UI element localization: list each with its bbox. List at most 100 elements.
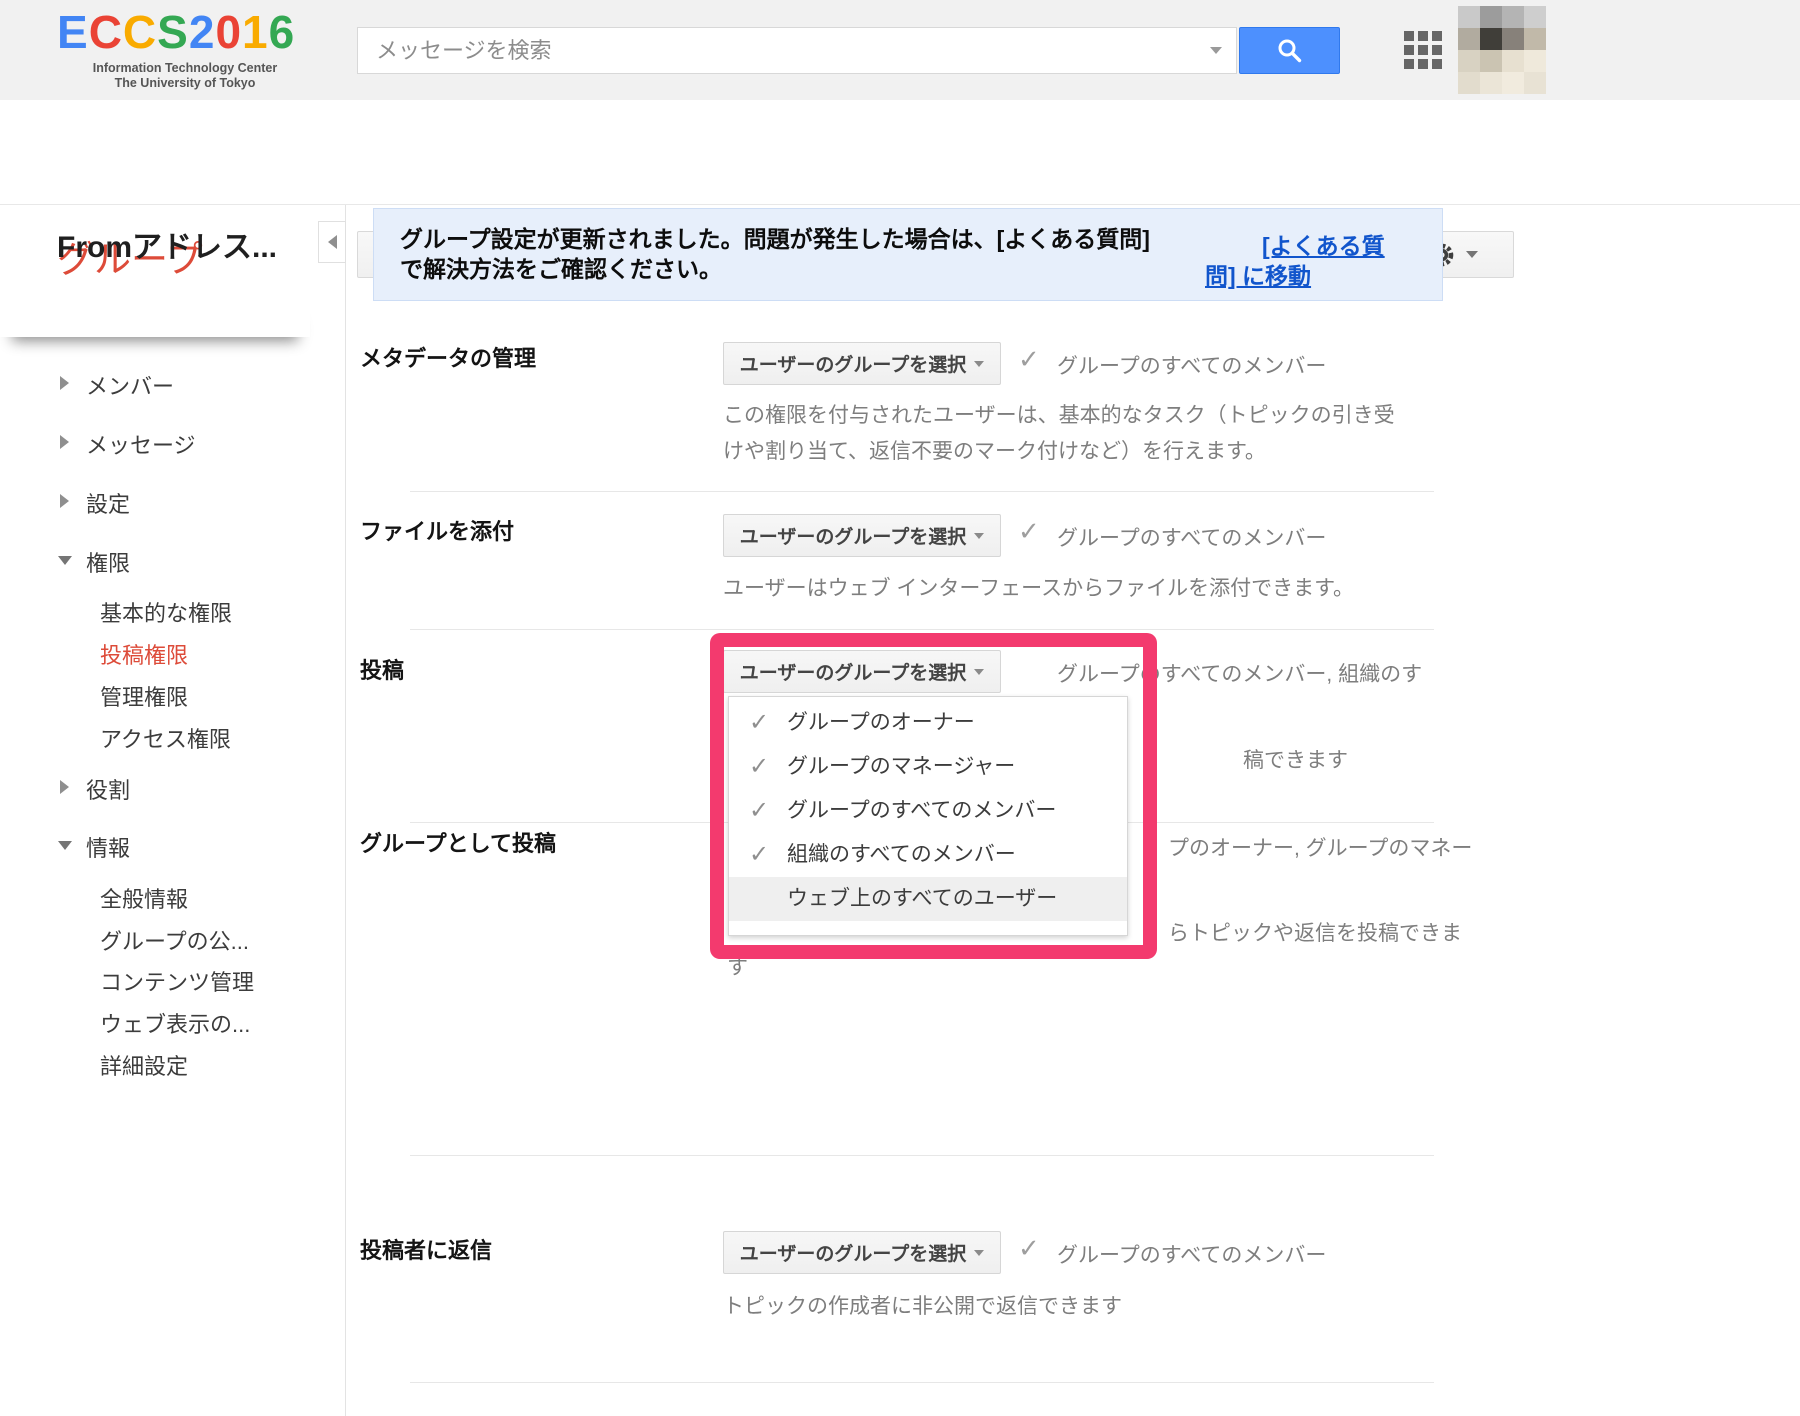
- check-icon: ✓: [749, 833, 769, 877]
- attach-description: ユーザーはウェブ インターフェースからファイルを添付できます。: [723, 571, 1354, 607]
- expand-icon[interactable]: [60, 376, 69, 390]
- logo-letter: C: [89, 6, 123, 58]
- sidebar-item-advanced[interactable]: 詳細設定: [100, 1049, 188, 1081]
- sidebar-item-web-view[interactable]: ウェブ表示の...: [100, 1007, 250, 1039]
- logo-letter: 2: [189, 6, 216, 58]
- row-label-post: 投稿: [360, 653, 404, 685]
- group-name-title: Fromアドレス...: [57, 222, 277, 266]
- expand-icon[interactable]: [60, 435, 69, 449]
- caret-down-icon: [1466, 251, 1478, 258]
- sidebar-divider: [345, 205, 346, 1416]
- sidebar-item-access-permissions[interactable]: アクセス権限: [100, 722, 231, 754]
- row-divider: [410, 1155, 1434, 1156]
- sidebar-item-members[interactable]: メンバー: [86, 369, 174, 401]
- metadata-description-line1: この権限を付与されたユーザーは、基本的なタスク（トピックの引き受: [723, 398, 1395, 434]
- logo-letter: 6: [269, 6, 296, 58]
- attach-value: グループのすべてのメンバー: [1057, 522, 1326, 552]
- metadata-group-select-button[interactable]: ユーザーのグループを選択: [723, 342, 1001, 385]
- collapse-icon[interactable]: [58, 556, 72, 565]
- row-label-post-as-group: グループとして投稿: [360, 826, 556, 858]
- caret-down-icon: [974, 669, 984, 675]
- search-button[interactable]: [1239, 27, 1340, 74]
- sidebar-item-permissions[interactable]: 権限: [86, 546, 130, 578]
- sidebar-item-general-info[interactable]: 全般情報: [100, 882, 188, 914]
- menu-item-label: グループのオーナー: [787, 711, 975, 734]
- menu-item-all-web-users[interactable]: ウェブ上のすべてのユーザー: [729, 877, 1127, 921]
- banner-message-line1: グループ設定が更新されました。問題が発生した場合は、[よくある質問]: [400, 224, 1150, 254]
- post-group-select-button[interactable]: ユーザーのグループを選択: [723, 650, 1001, 693]
- sidebar-item-settings[interactable]: 設定: [86, 487, 130, 519]
- logo-subtitle-line2: The University of Tokyo: [57, 76, 313, 91]
- logo-letter: S: [157, 6, 189, 58]
- post-as-group-description-fragment: らトピックや返信を投稿できま: [1168, 917, 1462, 947]
- sidebar-collapse-button[interactable]: [318, 221, 346, 263]
- caret-left-icon: [328, 235, 337, 249]
- faq-link[interactable]: [よくある質: [1262, 227, 1385, 261]
- faq-link[interactable]: 問] に移動: [1205, 257, 1311, 291]
- sidebar-item-roles[interactable]: 役割: [86, 773, 130, 805]
- post-as-group-value-fragment: プのオーナー, グループのマネー: [1168, 832, 1472, 862]
- check-icon: ✓: [1018, 516, 1040, 547]
- check-icon: ✓: [749, 745, 769, 789]
- avatar-pixelated-image: [1458, 6, 1546, 94]
- select-button-label: ユーザーのグループを選択: [740, 522, 966, 549]
- apps-grid-icon[interactable]: [1404, 31, 1442, 69]
- logo-letter: 0: [215, 6, 242, 58]
- search-scope-caret-icon[interactable]: [1210, 47, 1222, 54]
- post-as-group-description-wrap: す: [727, 951, 748, 981]
- sidebar-item-posting-permissions[interactable]: 投稿権限: [100, 638, 188, 670]
- select-button-label: ユーザーのグループを選択: [740, 658, 966, 685]
- check-icon: ✓: [1018, 344, 1040, 375]
- reply-description: トピックの作成者に非公開で返信できます: [723, 1289, 1122, 1325]
- logo-letter: 1: [242, 6, 269, 58]
- metadata-description-line2: けや割り当て、返信不要のマーク付けなど）を行えます。: [723, 434, 1395, 470]
- row-divider: [410, 1382, 1434, 1383]
- sidebar-item-messages[interactable]: メッセージ: [86, 428, 196, 460]
- collapse-icon[interactable]: [58, 841, 72, 850]
- expand-icon[interactable]: [60, 780, 69, 794]
- search-icon: [1276, 37, 1303, 64]
- row-divider: [410, 491, 1434, 492]
- caret-down-icon: [974, 361, 984, 367]
- reply-group-select-button[interactable]: ユーザーのグループを選択: [723, 1231, 1001, 1274]
- row-divider: [410, 629, 1434, 630]
- post-permission-dropdown-menu: ✓ グループのオーナー ✓ グループのマネージャー ✓ グループのすべてのメンバ…: [728, 696, 1128, 936]
- sidebar-item-group-visibility[interactable]: グループの公...: [100, 924, 249, 956]
- metadata-value: グループのすべてのメンバー: [1057, 350, 1326, 380]
- metadata-description: この権限を付与されたユーザーは、基本的なタスク（トピックの引き受 けや割り当て、…: [723, 398, 1395, 470]
- top-bar: ECCS2016 Information Technology Center T…: [0, 0, 1800, 100]
- check-icon: ✓: [749, 789, 769, 833]
- reply-value: グループのすべてのメンバー: [1057, 1239, 1326, 1269]
- row-label-metadata: メタデータの管理: [360, 341, 536, 373]
- attach-group-select-button[interactable]: ユーザーのグループを選択: [723, 514, 1001, 557]
- eccs2016-logo[interactable]: ECCS2016: [57, 6, 295, 58]
- sidebar-item-basic-permissions[interactable]: 基本的な権限: [100, 596, 232, 628]
- row-label-reply: 投稿者に返信: [360, 1233, 492, 1265]
- check-icon: ✓: [1018, 1233, 1040, 1264]
- logo-letter: C: [123, 6, 157, 58]
- menu-item-all-org-members[interactable]: ✓ 組織のすべてのメンバー: [729, 833, 1127, 877]
- select-button-label: ユーザーのグループを選択: [740, 1239, 966, 1266]
- menu-item-all-group-members[interactable]: ✓ グループのすべてのメンバー: [729, 789, 1127, 833]
- sidebar-title-shadow: [0, 292, 310, 337]
- menu-item-label: グループのマネージャー: [787, 755, 1015, 778]
- menu-item-label: 組織のすべてのメンバー: [787, 843, 1016, 866]
- banner-message-line2: で解決方法をご確認ください。: [400, 254, 1150, 284]
- toolbar: グループ 保存: [0, 100, 1800, 205]
- post-value: グループのすべてのメンバー, 組織のす: [1057, 658, 1422, 688]
- menu-item-label: グループのすべてのメンバー: [787, 799, 1056, 822]
- expand-icon[interactable]: [60, 494, 69, 508]
- search-input[interactable]: [357, 27, 1237, 74]
- caret-down-icon: [974, 1250, 984, 1256]
- row-label-attach: ファイルを添付: [360, 514, 514, 546]
- menu-item-label: ウェブ上のすべてのユーザー: [787, 887, 1057, 910]
- sidebar-item-moderation-permissions[interactable]: 管理権限: [100, 680, 188, 712]
- banner-message: グループ設定が更新されました。問題が発生した場合は、[よくある質問] で解決方法…: [400, 224, 1150, 284]
- sidebar-item-content-control[interactable]: コンテンツ管理: [100, 965, 254, 997]
- avatar[interactable]: [1458, 6, 1546, 94]
- select-button-label: ユーザーのグループを選択: [740, 350, 966, 377]
- logo-subtitle: Information Technology Center The Univer…: [57, 61, 313, 91]
- menu-item-group-owners[interactable]: ✓ グループのオーナー: [729, 701, 1127, 745]
- menu-item-group-managers[interactable]: ✓ グループのマネージャー: [729, 745, 1127, 789]
- sidebar-item-information[interactable]: 情報: [86, 831, 130, 863]
